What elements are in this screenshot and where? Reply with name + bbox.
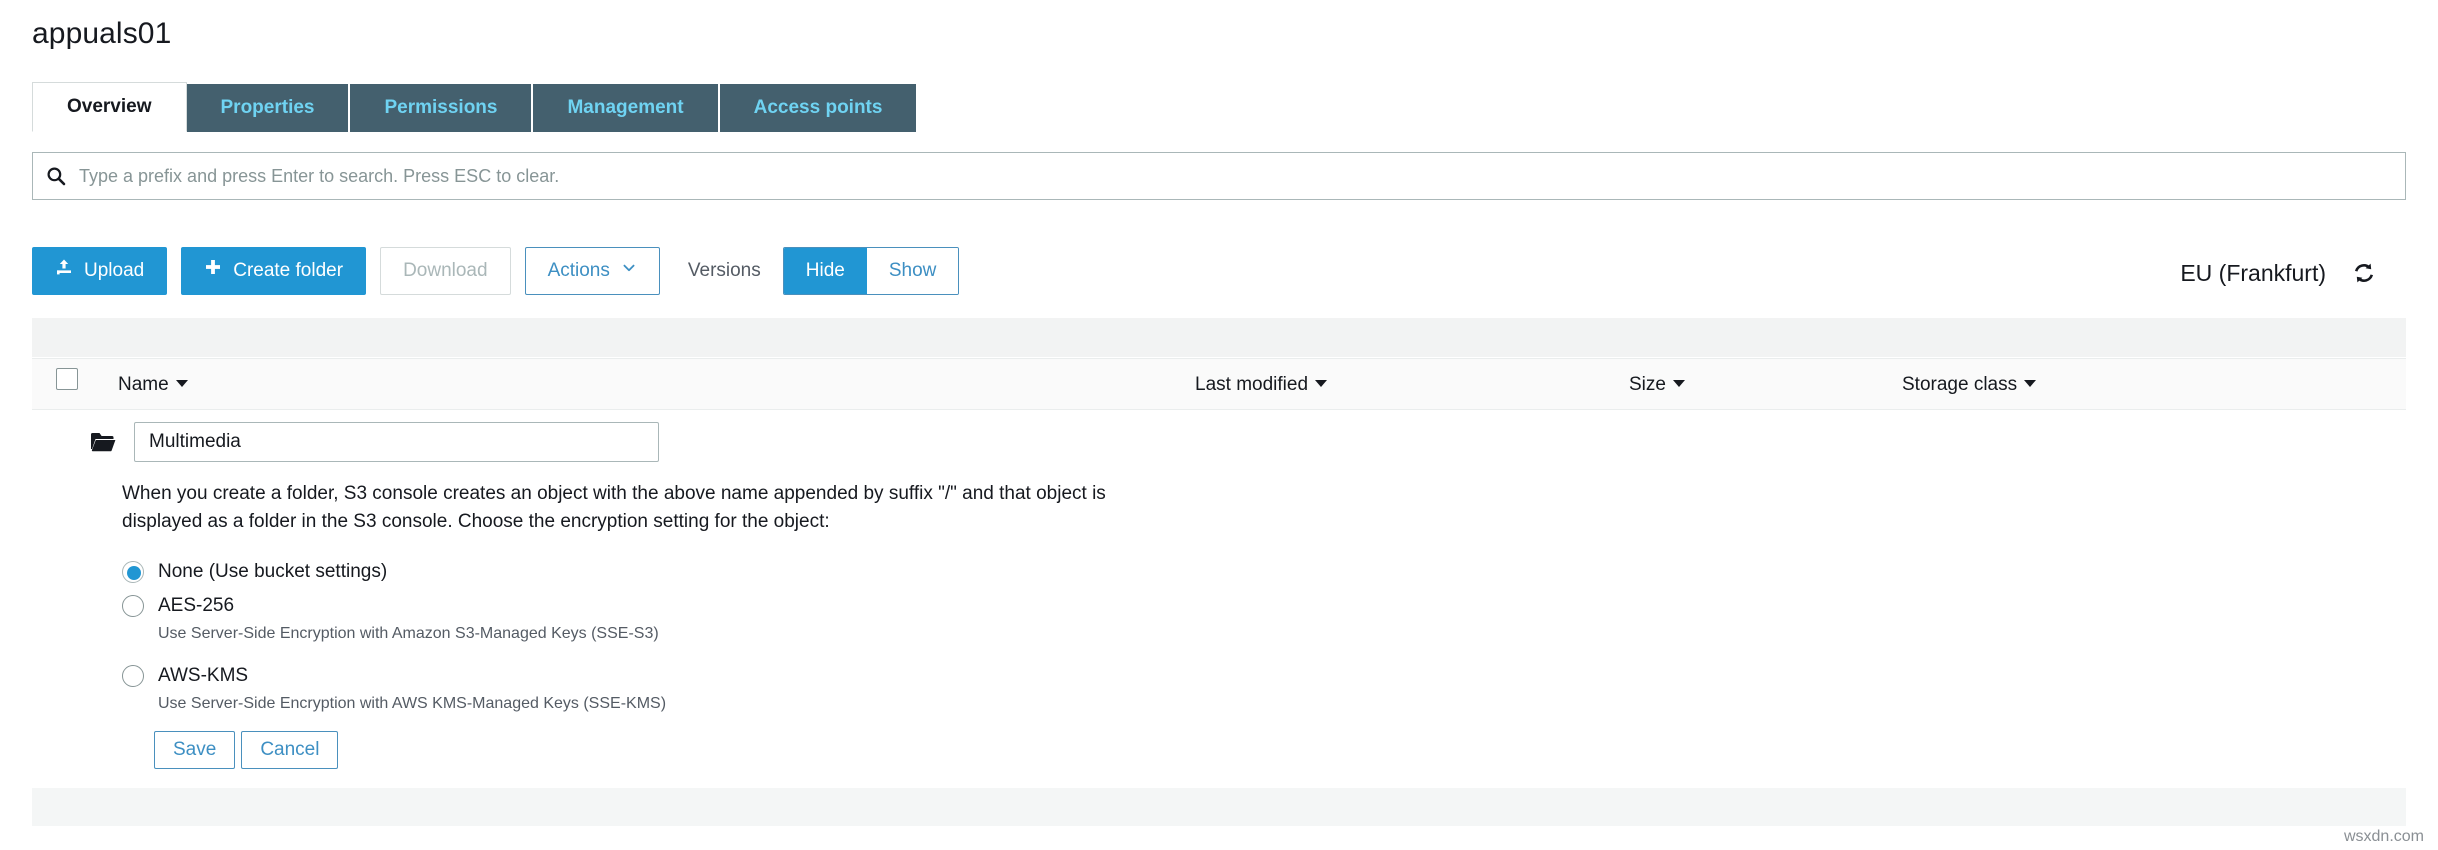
page-title: appuals01 <box>32 17 172 50</box>
tab-access-points[interactable]: Access points <box>719 84 917 132</box>
tab-permissions[interactable]: Permissions <box>350 84 534 132</box>
folder-icon <box>90 431 116 453</box>
versions-show-button[interactable]: Show <box>866 248 959 294</box>
tab-management[interactable]: Management <box>533 84 720 132</box>
sort-caret-icon <box>1672 380 1685 388</box>
encryption-options-group: None (Use bucket settings) AES-256 Use S… <box>122 557 2406 713</box>
create-folder-button[interactable]: Create folder <box>181 247 367 295</box>
encryption-option-none[interactable]: None (Use bucket settings) <box>122 557 2406 587</box>
search-bar[interactable] <box>32 152 2406 200</box>
radio-aes256-icon[interactable] <box>122 595 144 618</box>
toolbar-buttons: Upload Create folder Download Actions Ve… <box>32 247 2406 295</box>
watermark: wsxdn.com <box>2343 828 2424 845</box>
encryption-option-awskms[interactable]: AWS-KMS <box>122 661 2406 691</box>
encryption-option-awskms-label: AWS-KMS <box>158 665 249 687</box>
region-label: EU (Frankfurt) <box>2180 259 2326 286</box>
encryption-option-aes256-label: AES-256 <box>158 595 235 617</box>
column-header-size[interactable]: Size <box>1629 359 1685 411</box>
column-header-storage-class-label: Storage class <box>1902 374 2018 395</box>
download-button: Download <box>380 247 511 295</box>
search-icon <box>33 166 79 186</box>
upload-button[interactable]: Upload <box>32 247 168 295</box>
radio-awskms-icon[interactable] <box>122 665 144 688</box>
column-header-storage-class[interactable]: Storage class <box>1902 359 2037 411</box>
upload-icon <box>55 248 73 294</box>
folder-name-input[interactable] <box>134 422 659 462</box>
versions-hide-button[interactable]: Hide <box>783 248 867 294</box>
actions-dropdown-button[interactable]: Actions <box>524 247 660 295</box>
chevron-down-icon <box>621 248 637 294</box>
save-button[interactable]: Save <box>154 731 236 770</box>
upload-button-label: Upload <box>84 260 145 281</box>
table-header-row: Name Last modified Size Storage class <box>32 358 2406 410</box>
toolbar: Upload Create folder Download Actions Ve… <box>32 247 2406 299</box>
folder-name-row <box>32 412 2406 462</box>
sort-caret-icon <box>175 380 188 388</box>
search-input[interactable] <box>79 153 2405 199</box>
column-header-name[interactable]: Name <box>118 359 188 411</box>
refresh-icon[interactable] <box>2352 261 2376 285</box>
sort-caret-icon <box>1315 380 1328 388</box>
actions-button-label: Actions <box>547 260 610 281</box>
table-toolbar-band <box>32 318 2406 358</box>
encryption-option-awskms-description: Use Server-Side Encryption with AWS KMS-… <box>158 695 667 713</box>
cancel-button[interactable]: Cancel <box>241 731 339 770</box>
versions-label: Versions <box>687 260 761 281</box>
tab-properties[interactable]: Properties <box>186 84 351 132</box>
encryption-option-none-label: None (Use bucket settings) <box>158 561 388 583</box>
form-button-group: Save Cancel <box>154 731 2406 770</box>
table-footer-band <box>32 788 2406 826</box>
sort-caret-icon <box>2024 380 2037 388</box>
column-header-last-modified-label: Last modified <box>1195 374 1309 395</box>
column-header-name-label: Name <box>118 374 169 395</box>
select-all-cell <box>56 359 78 411</box>
radio-none-icon[interactable] <box>122 561 144 584</box>
column-header-size-label: Size <box>1629 374 1666 395</box>
create-folder-button-label: Create folder <box>233 260 344 281</box>
versions-toggle-group: Hide Show <box>782 247 960 295</box>
tab-bar: Overview Properties Permissions Manageme… <box>32 82 917 132</box>
region-indicator: EU (Frankfurt) <box>2180 247 2406 299</box>
create-folder-help-text: When you create a folder, S3 console cre… <box>122 483 1106 532</box>
tab-overview[interactable]: Overview <box>32 82 187 132</box>
encryption-option-aes256-description: Use Server-Side Encryption with Amazon S… <box>158 625 659 643</box>
plus-icon <box>204 248 222 294</box>
encryption-option-aes256[interactable]: AES-256 <box>122 591 2406 621</box>
download-button-label: Download <box>403 260 488 281</box>
select-all-checkbox[interactable] <box>56 368 78 390</box>
create-folder-form: When you create a folder, S3 console cre… <box>32 412 2406 770</box>
column-header-last-modified[interactable]: Last modified <box>1195 359 1328 411</box>
